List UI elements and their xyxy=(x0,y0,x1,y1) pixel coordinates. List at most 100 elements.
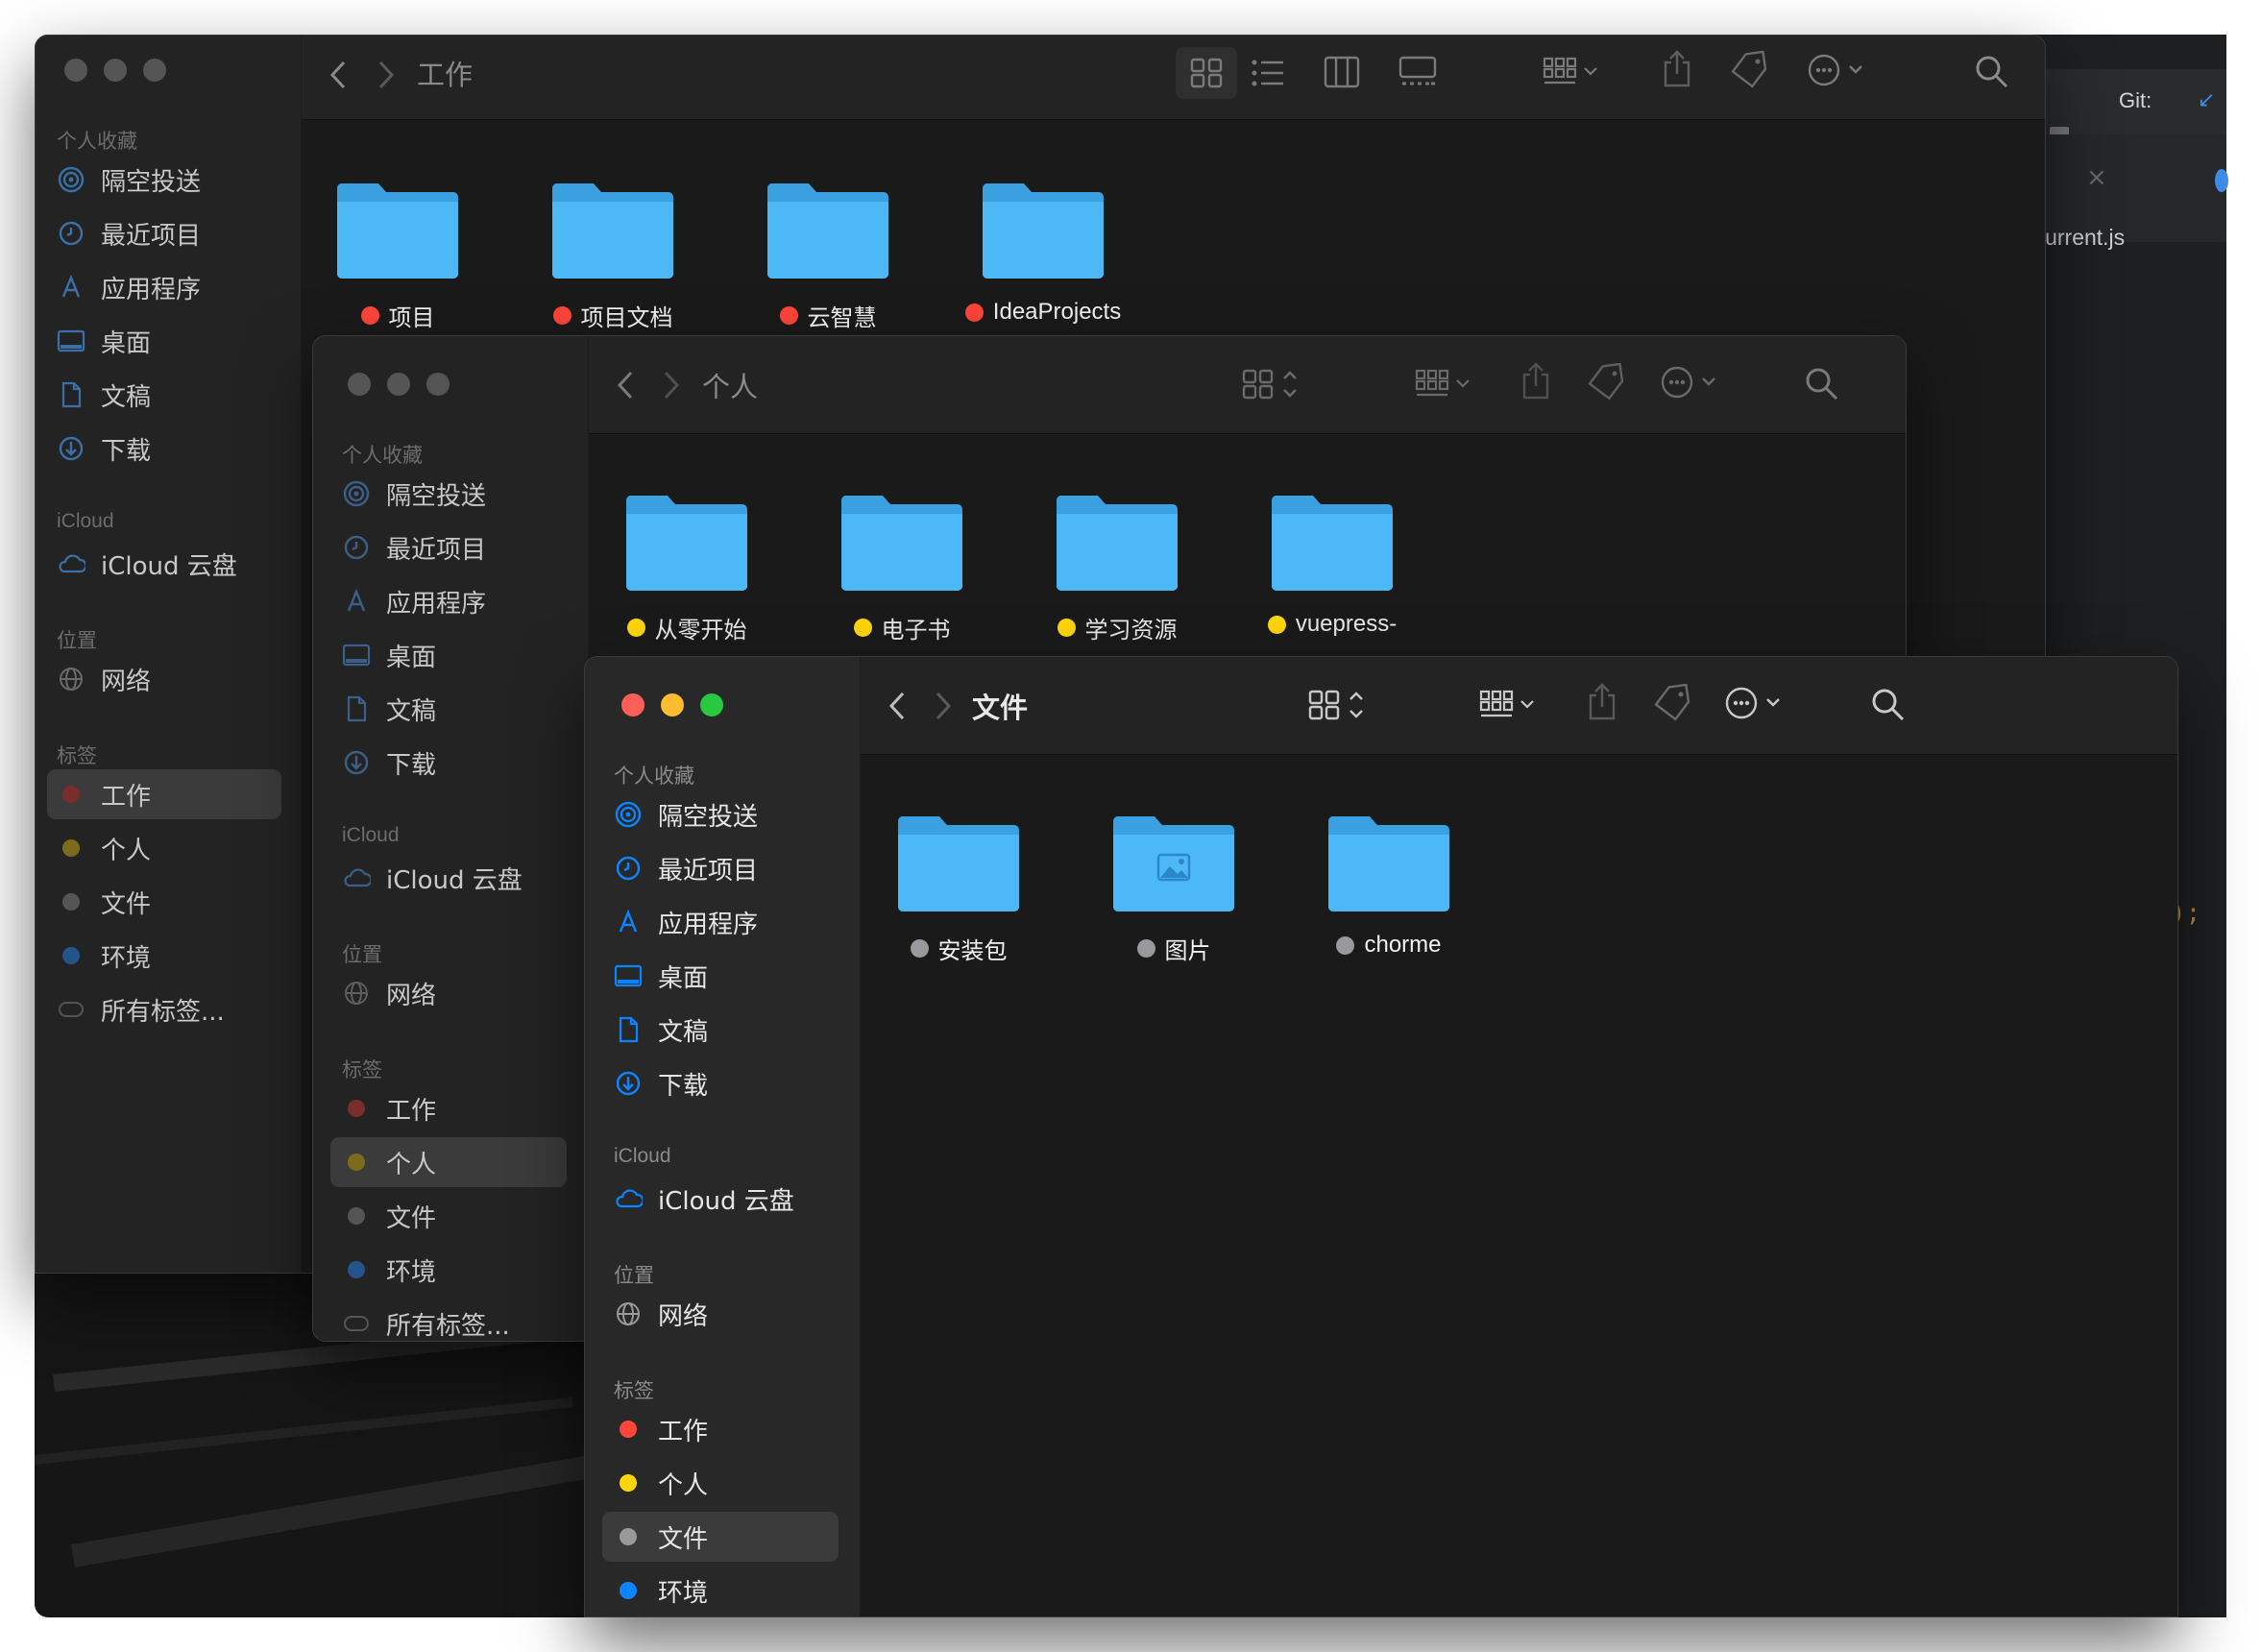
more-actions-icon[interactable] xyxy=(1725,686,1792,720)
view-icon-grid[interactable] xyxy=(1176,47,1237,99)
sidebar-item-desktop[interactable]: 桌面 xyxy=(342,630,572,680)
folder-item[interactable]: 电子书 xyxy=(806,490,998,644)
sidebar-item-network[interactable]: 网络 xyxy=(614,1289,844,1339)
share-icon[interactable] xyxy=(1520,361,1551,401)
sidebar-item-label: 隔空投送 xyxy=(386,481,487,511)
content-area: 文件 安装包 图片 chorme xyxy=(861,657,2177,1616)
view-options-icon[interactable] xyxy=(1242,367,1305,401)
search-icon[interactable] xyxy=(1975,55,2009,89)
forward-icon[interactable] xyxy=(377,59,396,91)
sidebar-item-label: 应用程序 xyxy=(101,275,202,304)
sidebar-item-tag-work[interactable]: 工作 xyxy=(342,1083,572,1133)
tag-dot xyxy=(964,303,984,322)
sidebar-item-applications[interactable]: 应用程序 xyxy=(342,576,572,626)
tag-icon[interactable] xyxy=(1588,363,1626,401)
sidebar-item-icloud-drive[interactable]: iCloud 云盘 xyxy=(57,539,287,589)
minimize-button[interactable] xyxy=(661,693,684,717)
back-icon[interactable] xyxy=(616,369,635,401)
sidebar-item-tag-personal[interactable]: 个人 xyxy=(614,1458,844,1508)
forward-icon[interactable] xyxy=(662,369,681,401)
sidebar-item-network[interactable]: 网络 xyxy=(57,654,287,704)
sidebar-item-recents[interactable]: 最近项目 xyxy=(614,843,844,893)
zoom-button[interactable] xyxy=(700,693,723,717)
folder-item[interactable]: 学习资源 xyxy=(1021,490,1213,644)
sidebar-item-icloud-drive[interactable]: iCloud 云盘 xyxy=(342,853,572,903)
folder-item[interactable]: 从零开始 xyxy=(591,490,783,644)
close-button[interactable] xyxy=(348,373,371,396)
search-icon[interactable] xyxy=(1871,688,1906,722)
close-tab-icon[interactable]: × xyxy=(2086,163,2107,192)
sidebar-item-tag-files[interactable]: 文件 xyxy=(602,1512,839,1562)
sidebar-item-tag-env[interactable]: 环境 xyxy=(342,1245,572,1295)
sidebar-item-downloads[interactable]: 下载 xyxy=(614,1058,844,1108)
group-by-icon[interactable] xyxy=(1479,690,1537,722)
more-actions-icon[interactable] xyxy=(1661,365,1728,400)
sidebar-item-label: 工作 xyxy=(101,782,152,812)
view-columns-icon[interactable] xyxy=(1324,55,1360,89)
sidebar-item-tag-env[interactable]: 环境 xyxy=(57,931,287,981)
sidebar-item-tag-files[interactable]: 文件 xyxy=(57,877,287,927)
tag-icon[interactable] xyxy=(1654,684,1692,722)
sidebar-item-documents[interactable]: 文稿 xyxy=(614,1005,844,1055)
sidebar-item-tag-personal[interactable]: 个人 xyxy=(330,1137,567,1187)
sidebar-item-airdrop[interactable]: 隔空投送 xyxy=(57,155,287,205)
view-gallery-icon[interactable] xyxy=(1398,55,1437,89)
sidebar-item-applications[interactable]: 应用程序 xyxy=(614,897,844,947)
folder-item[interactable]: 云智慧 xyxy=(732,178,924,332)
group-by-icon[interactable] xyxy=(1543,57,1600,89)
sidebar-item-icloud-drive[interactable]: iCloud 云盘 xyxy=(614,1174,844,1224)
group-by-icon[interactable] xyxy=(1415,369,1472,401)
toolbar: 工作 xyxy=(302,36,2045,120)
sidebar-item-label: 个人 xyxy=(101,836,152,865)
folder-item[interactable]: 项目文档 xyxy=(517,178,709,332)
folder-item[interactable]: chorme xyxy=(1293,811,1485,959)
sidebar-item-all-tags[interactable]: 所有标签... xyxy=(342,1299,572,1341)
forward-icon[interactable] xyxy=(934,690,953,722)
sidebar-item-tag-work[interactable]: 工作 xyxy=(614,1404,844,1454)
git-branch-icon[interactable]: ↙ xyxy=(2198,88,2215,112)
share-icon[interactable] xyxy=(1587,682,1617,722)
folder-item[interactable]: 安装包 xyxy=(863,811,1055,965)
sidebar-item-documents[interactable]: 文稿 xyxy=(57,370,287,420)
sidebar-item-downloads[interactable]: 下载 xyxy=(342,738,572,788)
share-icon[interactable] xyxy=(1662,49,1692,89)
tag-icon[interactable] xyxy=(1731,51,1769,89)
sidebar-item-tag-work[interactable]: 工作 xyxy=(47,769,281,819)
tag-dot xyxy=(626,619,645,637)
sidebar-item-tag-files[interactable]: 文件 xyxy=(342,1191,572,1241)
sidebar-item-tag-env[interactable]: 环境 xyxy=(614,1566,844,1616)
view-options-icon[interactable] xyxy=(1308,688,1372,722)
search-icon[interactable] xyxy=(1805,367,1839,401)
tag-dot-blue xyxy=(57,941,85,970)
sidebar-item-downloads[interactable]: 下载 xyxy=(57,424,287,474)
sidebar-item-desktop[interactable]: 桌面 xyxy=(614,951,844,1001)
sidebar-item-label: 网络 xyxy=(658,1301,709,1331)
close-button[interactable] xyxy=(621,693,644,717)
sidebar-item-network[interactable]: 网络 xyxy=(342,968,572,1018)
sidebar-item-tag-personal[interactable]: 个人 xyxy=(57,823,287,873)
back-icon[interactable] xyxy=(328,59,348,91)
folder-item[interactable]: vuepress- xyxy=(1236,490,1428,638)
zoom-button[interactable] xyxy=(143,59,166,82)
sidebar-item-applications[interactable]: 应用程序 xyxy=(57,262,287,312)
minimize-button[interactable] xyxy=(104,59,127,82)
tag-dot xyxy=(853,619,872,637)
sidebar-item-all-tags[interactable]: 所有标签... xyxy=(57,984,287,1034)
locations-header: 位置 xyxy=(614,1265,654,1287)
close-button[interactable] xyxy=(64,59,87,82)
back-icon[interactable] xyxy=(887,690,907,722)
folder-item[interactable]: 图片 xyxy=(1078,811,1270,965)
sidebar-item-documents[interactable]: 文稿 xyxy=(342,684,572,734)
folder-name: 项目文档 xyxy=(580,305,673,331)
sidebar-item-airdrop[interactable]: 隔空投送 xyxy=(614,790,844,839)
minimize-button[interactable] xyxy=(387,373,410,396)
folder-item[interactable]: 项目 xyxy=(302,178,494,332)
sidebar-item-desktop[interactable]: 桌面 xyxy=(57,316,287,366)
more-actions-icon[interactable] xyxy=(1808,53,1875,87)
sidebar-item-recents[interactable]: 最近项目 xyxy=(57,208,287,258)
sidebar-item-recents[interactable]: 最近项目 xyxy=(342,522,572,572)
view-list-icon[interactable] xyxy=(1251,57,1285,89)
zoom-button[interactable] xyxy=(426,373,450,396)
folder-item[interactable]: IdeaProjects xyxy=(947,178,1139,326)
sidebar-item-airdrop[interactable]: 隔空投送 xyxy=(342,469,572,519)
